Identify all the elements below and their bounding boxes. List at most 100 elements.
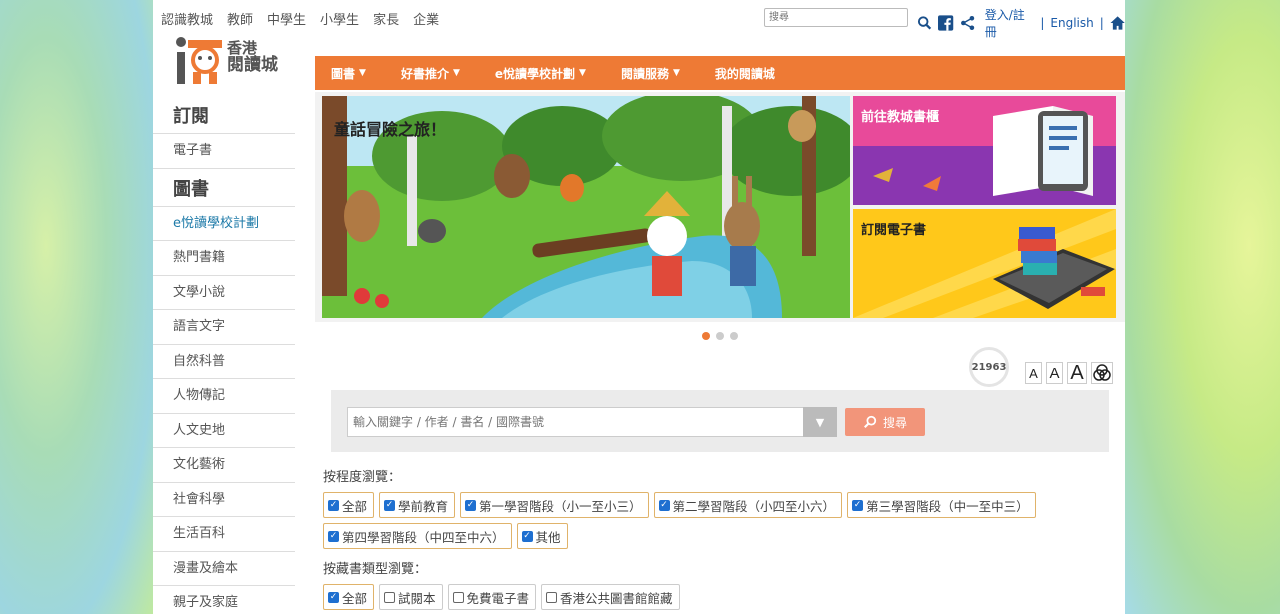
page: 認識教城 教師 中學生 小學生 家長 企業 登入/註冊 | English | … — [153, 0, 1125, 614]
nav-label: 圖書 — [331, 66, 356, 81]
site-logo[interactable]: 香港 閱讀城 — [175, 36, 287, 86]
caret-down-icon: ▼ — [672, 68, 680, 78]
topnav-enterprise[interactable]: 企業 — [413, 9, 439, 28]
font-small-button[interactable]: A — [1025, 362, 1042, 384]
chip-label: 第一學習階段（小一至小三） — [479, 498, 642, 514]
search-button-label: 搜尋 — [882, 415, 907, 430]
level-filter-label: 按程度瀏覽： — [323, 470, 402, 485]
level-chip-ks4[interactable]: ✓ 第四學習階段（中四至中六） — [323, 523, 512, 549]
chip-label: 全部 — [342, 590, 368, 606]
checkbox-checked-icon: ✓ — [465, 499, 477, 511]
font-medium-button[interactable]: A — [1046, 362, 1063, 384]
banner-main[interactable]: 童話冒險之旅！ — [322, 96, 850, 318]
carousel-dots — [702, 332, 738, 340]
sidebar-item-lifestyle[interactable]: 生活百科 — [153, 517, 295, 552]
caret-down-icon: ▼ — [359, 68, 366, 78]
carousel-dot[interactable] — [730, 332, 738, 340]
carousel-dot[interactable] — [702, 332, 710, 340]
book-search-input[interactable] — [347, 407, 837, 437]
level-chip-ks1[interactable]: ✓ 第一學習階段（小一至小三） — [460, 492, 649, 518]
sidebar-subscribe-heading[interactable]: 訂閱 — [153, 96, 295, 134]
visitor-counter: 21963 — [969, 347, 1009, 387]
nav-books[interactable]: 圖書 ▼ — [331, 65, 366, 82]
type-chip-free-ebook[interactable]: 免費電子書 — [447, 584, 537, 610]
sidebar-item-popular[interactable]: 熱門書籍 — [153, 241, 295, 276]
checkbox-checked-icon: ✓ — [658, 499, 670, 511]
level-chip-all[interactable]: ✓ 全部 — [323, 492, 375, 518]
color-mode-icon[interactable] — [1091, 362, 1113, 384]
sidebar-item-family[interactable]: 親子及家庭 — [153, 586, 295, 614]
level-chip-other[interactable]: ✓ 其他 — [516, 523, 568, 549]
search-icon[interactable] — [917, 15, 932, 31]
topnav-parent[interactable]: 家長 — [373, 9, 399, 28]
site-search-input[interactable] — [764, 8, 908, 27]
banner-subscribe-ebook[interactable]: 訂閱電子書 — [853, 209, 1116, 318]
sidebar-item-social[interactable]: 社會科學 — [153, 483, 295, 517]
checkbox-checked-icon: ✓ — [328, 530, 339, 542]
topnav-primary[interactable]: 小學生 — [320, 9, 359, 28]
banner-subscribe-title: 訂閱電子書 — [861, 223, 927, 238]
background-left — [0, 0, 153, 614]
chip-label: 全部 — [342, 498, 368, 514]
carousel-dot[interactable] — [716, 332, 724, 340]
level-chip-ks2[interactable]: ✓ 第二學習階段（小四至小六） — [653, 492, 843, 518]
level-chip-ks3[interactable]: ✓ 第三學習階段（中一至中三） — [847, 492, 1036, 518]
chip-label: 免費電子書 — [466, 590, 530, 606]
caret-down-icon: ▼ — [452, 68, 460, 78]
checkbox-empty-icon — [384, 591, 396, 603]
sidebar-item-ebook[interactable]: 電子書 — [153, 134, 295, 169]
nav-label: 我的閱讀城 — [714, 66, 775, 81]
topnav-secondary[interactable]: 中學生 — [267, 9, 306, 28]
topnav-teacher[interactable]: 教師 — [227, 9, 253, 28]
chip-label: 第四學習階段（中四至中六） — [342, 529, 505, 545]
logo-text: 香港 閱讀城 — [227, 40, 278, 74]
checkbox-checked-icon: ✓ — [852, 499, 864, 511]
font-large-button[interactable]: A — [1067, 362, 1087, 384]
sidebar-item-literature[interactable]: 文學小說 — [153, 276, 295, 310]
banner-main-title: 童話冒險之旅！ — [334, 120, 447, 139]
logo-mark-icon — [176, 37, 222, 84]
checkbox-checked-icon: ✓ — [384, 499, 396, 511]
sidebar-item-science[interactable]: 自然科普 — [153, 345, 295, 379]
nav-recommend[interactable]: 好書推介 ▼ — [401, 65, 460, 82]
level-filter-chips: ✓ 全部 ✓ 學前教育 ✓ 第一學習階段（小一至小三） ✓ 第二學習階段（小四至小六） … — [323, 492, 1113, 549]
level-chip-preschool[interactable]: ✓ 學前教育 — [379, 492, 456, 518]
search-dropdown-icon[interactable]: ▼ — [803, 407, 837, 437]
share-icon[interactable] — [960, 15, 975, 31]
type-chip-all[interactable]: ✓ 全部 — [323, 584, 375, 610]
type-filter-chips: ✓ 全部 試閱本 免費電子書 香港公共圖書館館藏 — [323, 584, 1113, 610]
book-search-panel: ▼ 搜尋 — [331, 390, 1109, 452]
chip-label: 第三學習階段（中一至中三） — [866, 498, 1029, 514]
checkbox-empty-icon — [452, 591, 464, 603]
sidebar-item-comics[interactable]: 漫畫及繪本 — [153, 552, 295, 586]
home-icon[interactable] — [1110, 15, 1125, 31]
english-link[interactable]: English — [1050, 16, 1093, 30]
topnav-about[interactable]: 認識教城 — [161, 9, 213, 28]
sidebar-books-heading[interactable]: 圖書 — [153, 169, 295, 207]
nav-label: e悅讀學校計劃 — [494, 66, 576, 81]
checkbox-checked-icon: ✓ — [521, 530, 533, 542]
sidebar-item-language[interactable]: 語言文字 — [153, 310, 295, 345]
nav-services[interactable]: 閱讀服務 ▼ — [621, 65, 680, 82]
top-nav: 認識教城 教師 中學生 小學生 家長 企業 — [161, 9, 439, 28]
sidebar-item-biography[interactable]: 人物傳記 — [153, 379, 295, 414]
sidebar-item-history[interactable]: 人文史地 — [153, 414, 295, 448]
nav-label: 好書推介 — [400, 66, 449, 81]
banner-bookshelf[interactable]: 前往教城書櫃 — [853, 96, 1116, 205]
sidebar: 訂閱 電子書 圖書 e悅讀學校計劃 熱門書籍 文學小說 語言文字 自然科普 人物… — [153, 96, 295, 614]
facebook-icon[interactable] — [938, 15, 954, 31]
background-right — [1125, 0, 1280, 614]
caret-down-icon: ▼ — [579, 68, 586, 78]
nav-label: 閱讀服務 — [620, 66, 669, 81]
nav-my-city[interactable]: 我的閱讀城 — [715, 65, 775, 82]
sidebar-item-eread[interactable]: e悅讀學校計劃 — [153, 207, 295, 241]
search-button[interactable]: 搜尋 — [845, 408, 925, 436]
chip-label: 試閱本 — [398, 590, 436, 606]
sidebar-item-arts[interactable]: 文化藝術 — [153, 448, 295, 483]
banner-bookshelf-title: 前往教城書櫃 — [861, 110, 940, 125]
login-link[interactable]: 登入/註冊 — [985, 6, 1035, 40]
type-chip-trial[interactable]: 試閱本 — [379, 584, 443, 610]
banner: 童話冒險之旅！ 前往教城書櫃 訂閱電子書 — [315, 92, 1125, 322]
type-chip-public-library[interactable]: 香港公共圖書館館藏 — [541, 584, 680, 610]
nav-eread[interactable]: e悅讀學校計劃 ▼ — [495, 65, 586, 82]
